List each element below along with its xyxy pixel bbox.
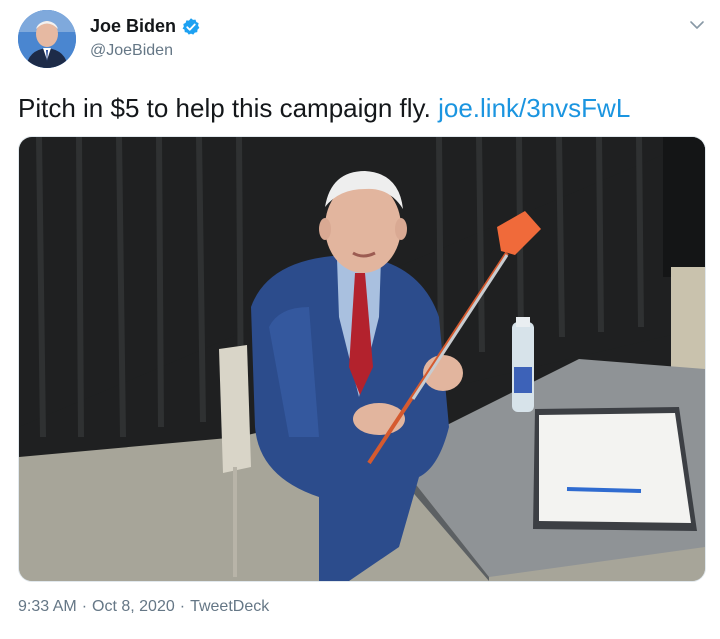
tweet-text: Pitch in $5 to help this campaign fly. j… bbox=[18, 92, 630, 124]
avatar[interactable] bbox=[18, 10, 76, 68]
chevron-down-icon[interactable] bbox=[686, 14, 708, 36]
tweet-body: Pitch in $5 to help this campaign fly. bbox=[18, 93, 431, 123]
tweet-photo[interactable] bbox=[18, 136, 706, 582]
verified-badge-icon bbox=[181, 17, 201, 37]
tweet-date[interactable]: Oct 8, 2020 bbox=[92, 598, 175, 616]
meta-separator: · bbox=[179, 598, 186, 615]
author-handle[interactable]: @JoeBiden bbox=[90, 42, 173, 60]
author-name-row: Joe Biden bbox=[90, 16, 201, 37]
tweet-link[interactable]: joe.link/3nvsFwL bbox=[438, 93, 630, 123]
meta-separator: · bbox=[81, 598, 88, 615]
author-name[interactable]: Joe Biden bbox=[90, 16, 176, 37]
photo-scene bbox=[19, 137, 705, 581]
tweet-card: Joe Biden @JoeBiden Pitch in $5 to help … bbox=[0, 0, 720, 639]
tweet-meta: 9:33 AM · Oct 8, 2020 · TweetDeck bbox=[18, 598, 269, 616]
tweet-source[interactable]: TweetDeck bbox=[190, 598, 269, 616]
tweet-header: Joe Biden @JoeBiden bbox=[18, 10, 708, 70]
tweet-time[interactable]: 9:33 AM bbox=[18, 598, 77, 616]
